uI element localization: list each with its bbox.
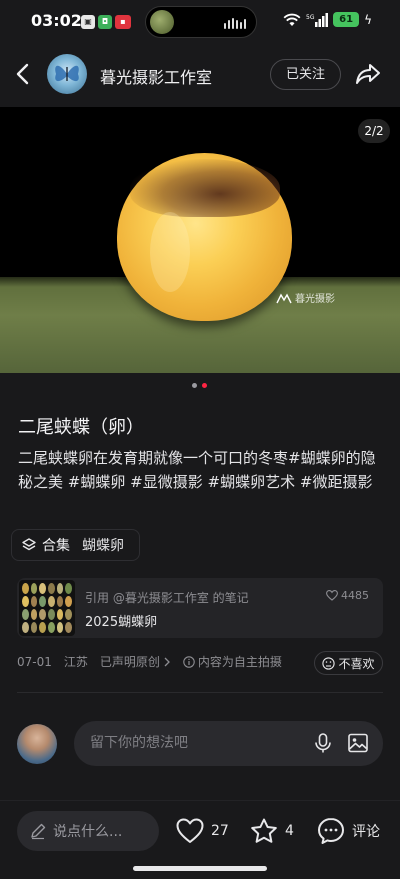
- post-meta: 07-01 江苏 已声明原创 内容为自主拍摄: [17, 653, 294, 670]
- image-icon[interactable]: [346, 731, 370, 755]
- app-notification-icon: ▣: [81, 15, 95, 29]
- carousel-dot-active[interactable]: [202, 383, 207, 388]
- post-body: 二尾蛱蝶卵在发育期就像一个可口的冬枣: [18, 449, 289, 467]
- post-image[interactable]: 暮光摄影 2/2: [0, 107, 400, 373]
- post-header: 暮光摄影工作室 已关注: [0, 48, 400, 102]
- image-page-indicator: 2/2: [358, 119, 390, 143]
- divider: [17, 692, 383, 693]
- comment-input-box[interactable]: [74, 721, 383, 766]
- svg-text:5G: 5G: [306, 14, 315, 21]
- back-arrow-icon[interactable]: [10, 60, 38, 88]
- referenced-note-caption: 引用 @暮光摄影工作室 的笔记: [85, 591, 249, 605]
- news-notification-icon: ▪: [115, 15, 131, 29]
- hashtag[interactable]: #微距摄影: [300, 473, 373, 491]
- author-avatar[interactable]: [47, 54, 87, 94]
- hashtag[interactable]: #蝴蝶卵: [68, 473, 126, 491]
- hashtag[interactable]: #显微摄影: [130, 473, 203, 491]
- say-something-input[interactable]: 说点什么...: [17, 811, 159, 851]
- self-shot-declaration: 内容为自主拍摄: [183, 653, 282, 670]
- comment-bubble-icon: [318, 818, 344, 844]
- frown-face-icon: [322, 656, 336, 670]
- egg-highlight: [150, 212, 190, 292]
- say-something-placeholder: 说点什么...: [53, 824, 123, 840]
- home-indicator[interactable]: [133, 866, 267, 871]
- star-icon: [251, 818, 277, 843]
- dislike-button[interactable]: 不喜欢: [314, 651, 383, 675]
- watermark-text: 暮光摄影: [295, 294, 335, 305]
- like-button[interactable]: 27: [175, 816, 229, 846]
- chevron-right-icon: [164, 657, 170, 666]
- author-name[interactable]: 暮光摄影工作室: [100, 64, 212, 88]
- collection-name: 蝴蝶卵: [82, 538, 124, 554]
- carousel-dots: [192, 383, 207, 388]
- dynamic-island[interactable]: [145, 6, 257, 38]
- referenced-note-likes: 4485: [326, 589, 369, 602]
- egg-dark-band: [130, 159, 280, 217]
- butterfly-icon: [55, 65, 79, 82]
- post-title: 二尾蛱蝶（卵）: [18, 417, 144, 438]
- wifi-icon: [283, 13, 301, 26]
- heart-icon: [326, 590, 338, 601]
- referenced-note-like-count: 4485: [341, 589, 369, 602]
- follow-button[interactable]: 已关注: [270, 59, 341, 90]
- audio-wave-icon: [224, 18, 246, 29]
- collect-count: 4: [285, 823, 294, 839]
- dislike-label: 不喜欢: [338, 656, 375, 671]
- post-description: 二尾蛱蝶卵在发育期就像一个可口的冬枣#蝴蝶卵的隐秘之美 #蝴蝶卵 #显微摄影 #…: [18, 446, 384, 494]
- microphone-icon[interactable]: [311, 731, 335, 755]
- wechat-notification-icon: ◘: [98, 15, 112, 29]
- status-time: 03:02: [31, 11, 82, 30]
- collect-button[interactable]: 4: [249, 816, 294, 846]
- referenced-note-card[interactable]: 引用 @暮光摄影工作室 的笔记 2025蝴蝶卵 4485: [17, 578, 383, 638]
- layers-icon: [22, 538, 36, 551]
- charging-icon: ϟ: [364, 12, 372, 27]
- photo-watermark: 暮光摄影: [276, 290, 335, 305]
- collection-label: 合集: [42, 538, 70, 554]
- current-user-avatar[interactable]: [17, 724, 57, 764]
- post-date: 07-01: [17, 654, 52, 669]
- media-thumbnail: [150, 10, 174, 34]
- status-icons: 5G 61 ϟ: [283, 12, 372, 27]
- share-icon[interactable]: [354, 60, 382, 88]
- collection-chip[interactable]: 合集 蝴蝶卵: [11, 529, 140, 561]
- self-shot-label: 内容为自主拍摄: [197, 655, 282, 669]
- carousel-dot[interactable]: [192, 383, 197, 388]
- status-bar: 03:02 ▣ ◘ ▪ 5G 61 ϟ: [0, 0, 400, 44]
- comment-label: 评论: [352, 824, 380, 840]
- original-declaration[interactable]: 已声明原创: [100, 653, 171, 670]
- comment-button[interactable]: 评论: [316, 816, 380, 846]
- like-count: 27: [211, 823, 229, 839]
- battery-indicator: 61: [333, 12, 360, 27]
- referenced-note-title: 2025蝴蝶卵: [85, 615, 158, 630]
- heart-icon: [176, 818, 204, 843]
- referenced-note-thumbnail: [19, 580, 75, 636]
- pencil-icon: [31, 823, 46, 840]
- bottom-action-bar: 说点什么... 27 4 评论: [0, 800, 400, 879]
- info-icon: [183, 655, 195, 668]
- post-location: 江苏: [63, 655, 88, 669]
- original-label: 已声明原创: [99, 655, 160, 669]
- hashtag[interactable]: #蝴蝶卵艺术: [208, 473, 296, 491]
- cell-signal-icon: 5G: [306, 12, 329, 27]
- comment-input[interactable]: [90, 733, 290, 753]
- watermark-logo-icon: [276, 293, 292, 303]
